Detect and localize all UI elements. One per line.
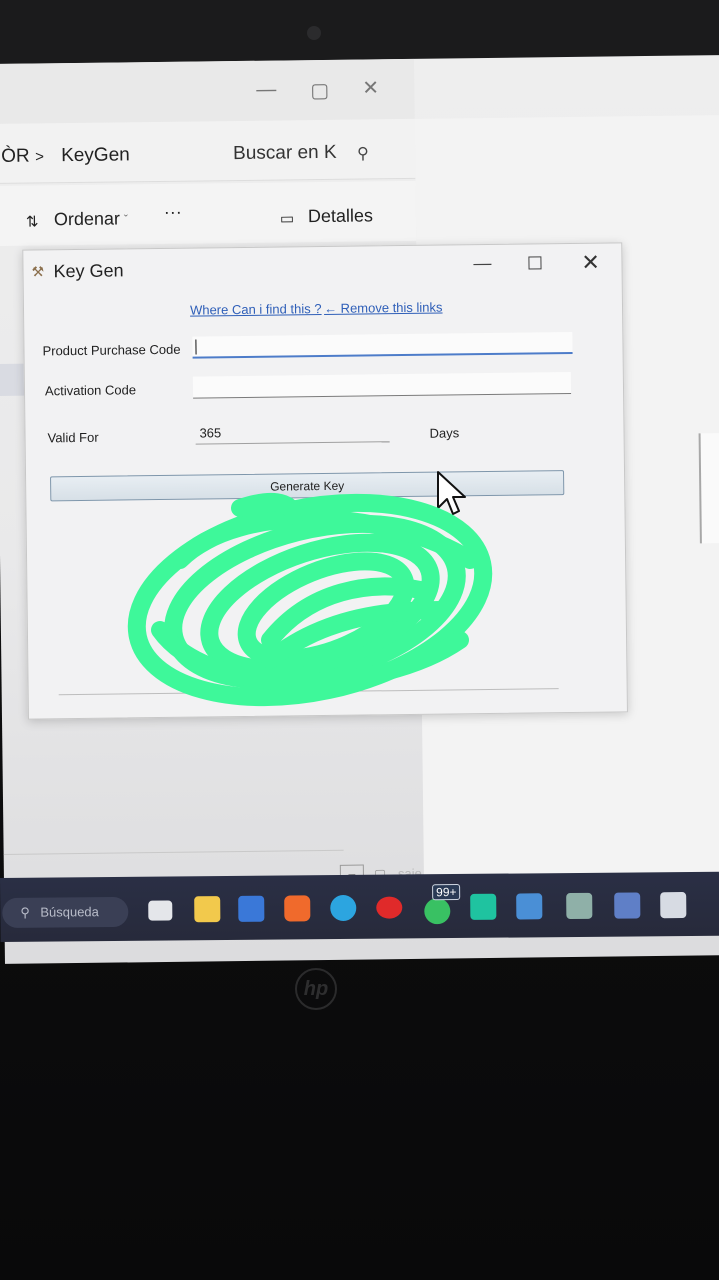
details-button[interactable]: Detalles <box>308 205 373 227</box>
dialog-titlebar[interactable]: ⚒ Key Gen — ✕ <box>23 243 621 292</box>
text-caret <box>195 339 197 355</box>
photos-icon[interactable] <box>516 893 543 920</box>
valid-for-label: Valid For <box>47 429 99 446</box>
store-icon[interactable] <box>238 895 265 922</box>
redaction-scribble <box>127 492 493 707</box>
preview-box <box>698 432 719 544</box>
activation-code-label: Activation Code <box>44 382 137 399</box>
product-code-label: Product Purchase Code <box>42 341 181 359</box>
minimize-icon[interactable]: — <box>473 253 491 274</box>
sort-icon: ⇅ <box>25 213 39 231</box>
more-options-button[interactable]: ··· <box>164 202 182 223</box>
webcam <box>307 26 321 40</box>
task-view-icon[interactable] <box>148 900 173 921</box>
brave-icon[interactable] <box>284 895 311 922</box>
sort-button[interactable]: Ordenar <box>54 208 120 230</box>
dialog-title: Key Gen <box>53 260 124 282</box>
days-label: Days <box>429 425 460 441</box>
youtube-icon[interactable] <box>376 896 403 919</box>
nav-selected-item[interactable] <box>0 363 27 396</box>
telegram-icon[interactable] <box>330 894 357 922</box>
search-icon: ⚲ <box>20 904 30 920</box>
explorer-maximize-icon[interactable]: ▢ <box>310 78 329 103</box>
breadcrumb-chevron-icon: > <box>35 148 45 166</box>
taskbar-search-label: Búsqueda <box>40 904 99 920</box>
keygen-app-icon: ⚒ <box>31 263 45 280</box>
explorer-minimize-icon[interactable]: — <box>256 79 276 102</box>
valid-for-value: 365 <box>199 425 222 441</box>
sort-chevron-icon: ˇ <box>123 212 128 227</box>
maximize-icon[interactable] <box>528 256 542 270</box>
remove-links-link[interactable]: ← Remove this links <box>324 300 443 316</box>
breadcrumb-root[interactable]: ÒR <box>1 146 30 168</box>
explorer-close-icon[interactable]: ✕ <box>362 75 379 100</box>
status-divider <box>3 849 344 855</box>
explorer-search-input[interactable]: Buscar en K <box>233 142 337 165</box>
monitor-icon[interactable] <box>566 892 593 920</box>
close-icon[interactable]: ✕ <box>581 250 600 276</box>
file-explorer-icon[interactable] <box>194 896 221 923</box>
explorer-titlebar <box>0 58 415 124</box>
taskbar: ⚲ Búsqueda 99+ <box>0 871 719 942</box>
hp-logo: hp <box>295 968 337 1010</box>
activation-code-field[interactable] <box>192 371 572 399</box>
breadcrumb-keygen[interactable]: KeyGen <box>61 144 130 167</box>
keygen-taskbar-icon[interactable] <box>660 892 687 919</box>
whatsapp-icon[interactable] <box>424 898 451 925</box>
details-pane-icon: ▭ <box>279 210 295 228</box>
product-code-field[interactable] <box>192 331 573 359</box>
notes-icon[interactable] <box>614 892 641 919</box>
where-find-link[interactable]: Where Can i find this ? <box>190 301 322 318</box>
search-icon[interactable]: ⚲ <box>357 143 369 163</box>
notification-badge: 99+ <box>432 883 461 901</box>
taskbar-search[interactable]: ⚲ Búsqueda <box>2 896 129 928</box>
valid-for-field[interactable]: 365 <box>195 420 390 445</box>
photo-stage: — ▢ ✕ ÒR > KeyGen Buscar en K ⚲ ⇅ Ordena… <box>0 0 719 1280</box>
app-s-icon[interactable] <box>470 893 497 920</box>
